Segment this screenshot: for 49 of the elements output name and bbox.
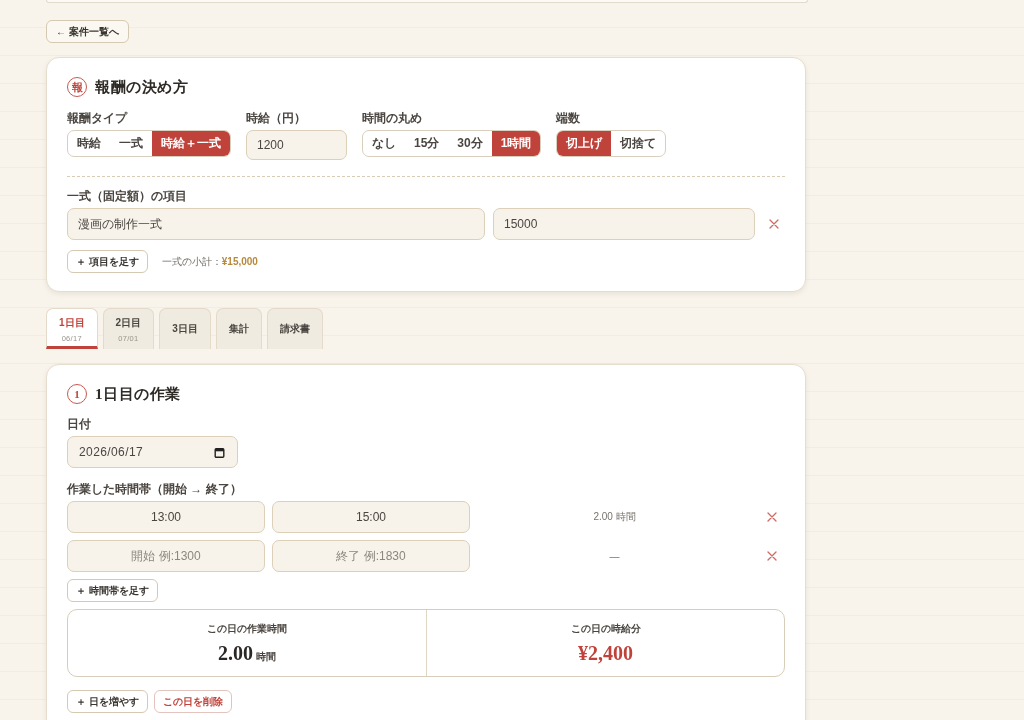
- rounding-option[interactable]: なし: [363, 131, 405, 156]
- back-button[interactable]: ← 案件一覧へ: [46, 20, 129, 43]
- pay-type-option[interactable]: 一式: [110, 131, 152, 156]
- rounding-option[interactable]: 15分: [405, 131, 449, 156]
- remove-button[interactable]: [766, 511, 778, 523]
- day-tab[interactable]: 請求書: [266, 308, 323, 349]
- date-field[interactable]: 2026/06/17: [67, 436, 238, 468]
- duration-text: —: [609, 550, 620, 562]
- close-icon: [769, 219, 779, 229]
- field-label: 時給（円）: [246, 111, 306, 125]
- rounding-option[interactable]: 1時間: [491, 131, 541, 156]
- hours-total: 2.00: [218, 642, 253, 664]
- remove-button[interactable]: [768, 218, 780, 230]
- section-title: 1日目の作業: [95, 384, 181, 404]
- pay-type-option[interactable]: 時給＋一式: [152, 131, 230, 156]
- day-tab[interactable]: 3日目: [159, 308, 211, 349]
- summary-label: この日の作業時間: [207, 622, 287, 636]
- hourly-rate-field[interactable]: 1200: [246, 130, 347, 160]
- fraction-option[interactable]: 切捨て: [611, 131, 666, 156]
- add-day-button[interactable]: ＋ 日を増やす: [67, 690, 148, 713]
- end-time-field[interactable]: 終了 例:1830: [272, 540, 470, 572]
- summary-label: この日の時給分: [570, 622, 641, 636]
- end-time-field[interactable]: 15:00: [272, 501, 470, 533]
- day-tab[interactable]: 集計: [215, 308, 262, 349]
- rounding-option[interactable]: 30分: [448, 131, 492, 156]
- field-label: 報酬タイプ: [67, 111, 127, 125]
- item-name-field[interactable]: 漫画の制作一式: [67, 208, 485, 240]
- field-label: 日付: [67, 417, 91, 431]
- close-icon: [767, 512, 777, 522]
- start-time-field[interactable]: 開始 例:1300: [67, 540, 265, 572]
- field-label: 端数: [556, 111, 581, 125]
- delete-day-button[interactable]: この日を削除: [153, 690, 232, 713]
- start-time-field[interactable]: 13:00: [67, 501, 265, 533]
- unit-label: 時間: [256, 650, 276, 664]
- field-label: 時間の丸め: [362, 111, 422, 125]
- add-slot-button[interactable]: ＋ 時間帯を足す: [67, 579, 158, 602]
- close-icon: [767, 551, 777, 561]
- add-item-button[interactable]: ＋ 項目を足す: [67, 250, 148, 273]
- section-title: 報酬の決め方: [95, 77, 188, 97]
- amount-total: ¥2,400: [578, 642, 633, 664]
- duration-text: 2.00 時間: [593, 510, 636, 524]
- subtotal-text: 一式の小計：¥15,000: [161, 254, 258, 269]
- field-label: 一式（固定額）の項目: [67, 189, 187, 203]
- field-label: 作業した時間帯（開始 → 終了）: [67, 482, 242, 496]
- pay-type-option[interactable]: 時給: [68, 131, 110, 156]
- calendar-icon[interactable]: [214, 446, 225, 458]
- fraction-option[interactable]: 切上げ: [557, 131, 612, 156]
- remove-button[interactable]: [766, 550, 778, 562]
- item-amount-field[interactable]: 15000: [493, 208, 755, 240]
